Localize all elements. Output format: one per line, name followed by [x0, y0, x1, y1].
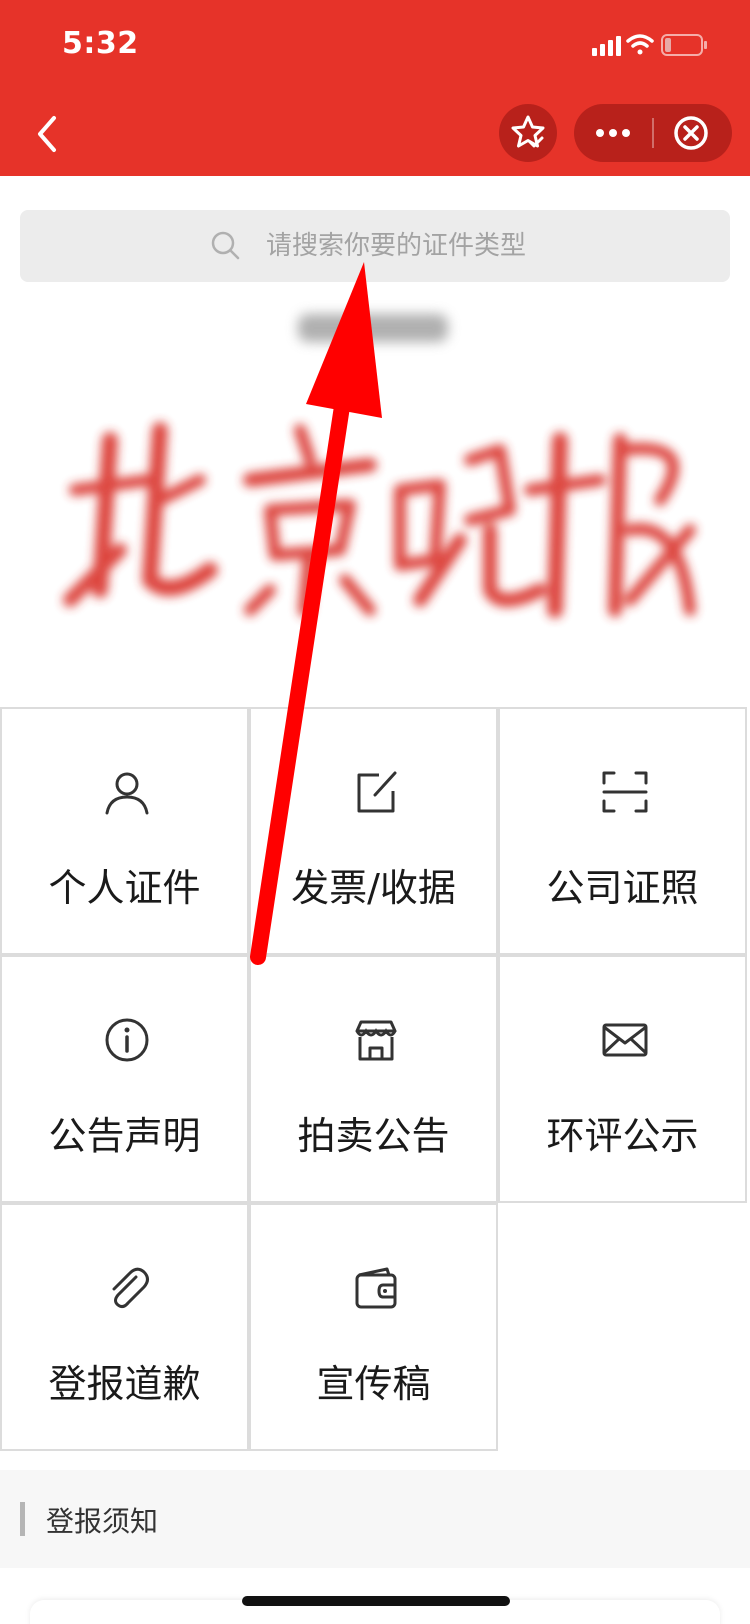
grid-item-personal-id[interactable]: 个人证件 — [0, 707, 249, 955]
mini-program-capsule — [574, 104, 732, 162]
back-button[interactable] — [20, 104, 80, 164]
calligraphy-logo — [63, 422, 696, 618]
grid-item-label: 个人证件 — [48, 866, 201, 910]
battery-icon — [661, 34, 707, 56]
person-icon — [105, 772, 149, 815]
grid-item-apology[interactable]: 登报道歉 — [0, 1203, 249, 1451]
grid-item-press-release[interactable]: 宣传稿 — [249, 1203, 498, 1451]
more-button[interactable] — [574, 104, 652, 162]
grid-item-label: 公告声明 — [48, 1114, 201, 1158]
grid-item-label: 环评公示 — [546, 1114, 699, 1158]
blurred-subtitle — [298, 314, 448, 342]
chevron-left-icon — [38, 116, 56, 152]
grid-item-label: 公司证照 — [546, 866, 699, 910]
grid-item-company-license[interactable]: 公司证照 — [498, 707, 747, 955]
wallet-icon — [355, 1267, 397, 1309]
paperclip-icon — [112, 1267, 149, 1309]
close-circle-icon — [674, 116, 708, 150]
search-input[interactable] — [266, 224, 686, 268]
grid-item-label: 发票/收据 — [291, 866, 456, 910]
ellipsis-icon — [596, 129, 630, 137]
edit-icon — [357, 771, 397, 813]
star-check-icon — [511, 115, 545, 148]
grid-item-label: 拍卖公告 — [297, 1114, 450, 1158]
grid-item-invoice-receipt[interactable]: 发票/收据 — [249, 707, 498, 955]
status-time: 5:32 — [62, 26, 139, 61]
grid-item-eia-publicity[interactable]: 环评公示 — [498, 955, 747, 1203]
search-bar[interactable] — [20, 210, 730, 282]
favorite-button[interactable] — [499, 104, 557, 162]
signal-icon — [592, 36, 621, 56]
search-icon — [211, 231, 240, 260]
close-button[interactable] — [654, 104, 732, 162]
scan-icon — [602, 771, 648, 813]
app-header: 5:32 — [0, 0, 750, 176]
notice-label: 登报须知 — [46, 1505, 159, 1538]
store-icon — [355, 1020, 397, 1061]
home-indicator[interactable] — [242, 1596, 510, 1606]
grid-item-auction-notice[interactable]: 拍卖公告 — [249, 955, 498, 1203]
newspaper-banner — [0, 290, 750, 700]
section-marker — [20, 1502, 25, 1536]
notice-section-header[interactable]: 登报须知 — [0, 1470, 750, 1568]
wifi-icon — [626, 34, 654, 55]
status-icons — [592, 34, 707, 56]
grid-item-announcement[interactable]: 公告声明 — [0, 955, 249, 1203]
service-grid: 个人证件 发票/收据 公司证照 公告声明 拍卖公告 环评公示 登报道歉 宣传稿 — [0, 707, 750, 1451]
info-icon — [105, 1018, 149, 1062]
grid-item-label: 登报道歉 — [48, 1362, 201, 1406]
grid-item-label: 宣传稿 — [316, 1362, 431, 1406]
mail-icon — [602, 1023, 648, 1057]
